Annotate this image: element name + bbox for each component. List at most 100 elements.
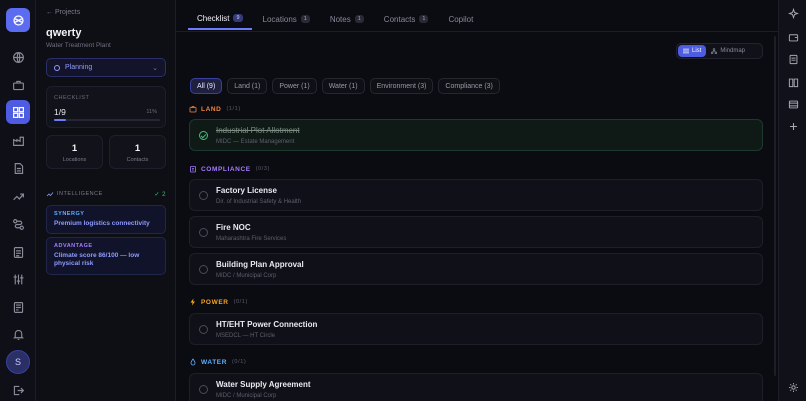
- dashboard-icon[interactable]: [6, 100, 30, 124]
- checklist-item[interactable]: Building Plan Approval MIDC / Municipal …: [189, 253, 763, 285]
- insight-kind: ADVANTAGE: [54, 243, 93, 249]
- checklist-item[interactable]: HT/EHT Power Connection MSEDCL — HT Circ…: [189, 313, 763, 345]
- stat-label: Contacts: [126, 157, 149, 163]
- tab-notes[interactable]: Notes 1: [321, 8, 373, 30]
- section-header-compliance: COMPLIANCE (0/3): [189, 165, 270, 173]
- status-label: Planning: [65, 64, 93, 71]
- mindmap-icon: [711, 48, 718, 54]
- checklist-value: 1/9: [54, 107, 66, 117]
- film-icon[interactable]: [786, 97, 800, 111]
- user-avatar[interactable]: S: [6, 350, 30, 374]
- circle-icon[interactable]: [199, 191, 208, 200]
- tab-label: Locations: [262, 14, 297, 24]
- insight-text: Premium logistics connectivity: [54, 220, 150, 227]
- section-title: WATER: [201, 358, 227, 366]
- checklist-label: CHECKLIST: [54, 95, 90, 101]
- checklist-item[interactable]: Industrial Plot Allotment MIDC — Estate …: [189, 119, 763, 151]
- logout-icon[interactable]: [6, 378, 30, 401]
- insight-card-advantage[interactable]: ADVANTAGE Climate score 86/100 — low phy…: [46, 237, 166, 275]
- checklist-item[interactable]: Fire NOC Maharashtra Fire Services: [189, 216, 763, 248]
- section-progress: (0/3): [255, 166, 271, 172]
- item-title: Industrial Plot Allotment: [216, 126, 300, 135]
- main-content: Checklist 9 Locations 1 Notes 1 Contacts…: [176, 0, 778, 401]
- scrollbar[interactable]: [774, 36, 776, 376]
- section-progress: (0/1): [233, 299, 248, 305]
- logo-icon[interactable]: [6, 8, 30, 32]
- plus-icon[interactable]: [786, 119, 800, 133]
- route-icon[interactable]: [6, 212, 30, 236]
- filter-water[interactable]: Water (1): [321, 78, 365, 94]
- section-header-water: WATER (0/1): [189, 358, 246, 366]
- tab-locations[interactable]: Locations 1: [254, 8, 319, 30]
- sliders-icon[interactable]: [6, 267, 30, 291]
- tab-divider: [176, 31, 778, 32]
- globe-icon[interactable]: [6, 45, 30, 69]
- filter-environment[interactable]: Environment (3): [369, 78, 434, 94]
- section-title: POWER: [201, 298, 229, 306]
- filter-land[interactable]: Land (1): [227, 78, 268, 94]
- trend-icon[interactable]: [6, 184, 30, 208]
- insight-text: Climate score 86/100 — low physical risk: [54, 252, 140, 268]
- item-title: Building Plan Approval: [216, 260, 304, 269]
- sparkle-icon[interactable]: [786, 6, 800, 20]
- project-name: qwerty: [46, 27, 82, 39]
- factory-icon[interactable]: [6, 128, 30, 152]
- settings-gear-icon[interactable]: [786, 380, 800, 394]
- checklist-item[interactable]: Factory License Dir. of Industrial Safet…: [189, 179, 763, 211]
- item-authority: Maharashtra Fire Services: [216, 236, 287, 242]
- status-select[interactable]: Planning ⌄: [46, 58, 166, 77]
- tab-copilot[interactable]: Copilot: [439, 8, 482, 30]
- item-title: Factory License: [216, 186, 277, 195]
- app-root: S ← Projects qwerty Water Treatment Plan…: [0, 0, 806, 401]
- insight-kind: SYNERGY: [54, 211, 85, 217]
- bolt-icon: [190, 298, 195, 306]
- stat-value: 1: [134, 143, 141, 154]
- tab-count: 1: [300, 15, 310, 23]
- bell-icon[interactable]: [6, 322, 30, 346]
- tab-bar: Checklist 9 Locations 1 Notes 1 Contacts…: [188, 8, 482, 30]
- briefcase-icon[interactable]: [6, 73, 30, 97]
- mindmap-view-label: Mindmap: [720, 48, 746, 54]
- checklist-item[interactable]: Water Supply Agreement MIDC / Municipal …: [189, 373, 763, 401]
- document-icon[interactable]: [6, 156, 30, 180]
- list-icon: [683, 48, 689, 54]
- trend-icon: [46, 192, 54, 197]
- save-icon[interactable]: [786, 52, 800, 66]
- insight-card-synergy[interactable]: SYNERGY Premium logistics connectivity: [46, 205, 166, 235]
- item-authority: MSEDCL — HT Circle: [216, 333, 276, 339]
- water-drop-icon: [190, 358, 196, 366]
- section-header-land: LAND (1/1): [189, 105, 241, 113]
- tab-label: Copilot: [448, 14, 474, 24]
- filter-all[interactable]: All (9): [190, 78, 223, 94]
- back-to-projects-link[interactable]: ← Projects: [46, 9, 80, 16]
- stat-contacts[interactable]: 1 Contacts: [109, 135, 166, 169]
- circle-icon[interactable]: [199, 265, 208, 274]
- circle-icon[interactable]: [199, 325, 208, 334]
- project-panel: ← Projects qwerty Water Treatment Plant …: [36, 0, 176, 401]
- tab-checklist[interactable]: Checklist 9: [188, 8, 252, 30]
- item-authority: MIDC / Municipal Corp: [216, 273, 277, 279]
- checklist-progress-card: CHECKLIST 1/9 11%: [46, 86, 166, 128]
- circle-icon[interactable]: [199, 385, 208, 394]
- mindmap-view-button[interactable]: Mindmap: [706, 45, 750, 57]
- wallet-icon[interactable]: [786, 30, 800, 44]
- list-view-button[interactable]: List: [678, 45, 707, 57]
- item-authority: MIDC / Municipal Corp: [216, 393, 277, 399]
- checklist-progress-fill: [54, 119, 66, 121]
- check-circle-icon[interactable]: [199, 131, 208, 140]
- tab-contacts[interactable]: Contacts 1: [375, 8, 438, 30]
- filter-compliance[interactable]: Compliance (3): [438, 78, 500, 94]
- clipboard-icon: [190, 166, 196, 173]
- checklist-progress-bar: [54, 119, 160, 121]
- item-authority: MIDC — Estate Management: [216, 139, 295, 145]
- stat-locations[interactable]: 1 Locations: [46, 135, 103, 169]
- reports-icon[interactable]: [6, 295, 30, 319]
- calendar-icon[interactable]: [6, 240, 30, 264]
- view-toggle: List Mindmap: [676, 43, 763, 59]
- tab-count: 1: [354, 15, 364, 23]
- book-icon[interactable]: [786, 75, 800, 89]
- stat-label: Locations: [62, 157, 87, 163]
- circle-icon[interactable]: [199, 228, 208, 237]
- filter-power[interactable]: Power (1): [272, 78, 317, 94]
- section-progress: (0/1): [232, 359, 247, 365]
